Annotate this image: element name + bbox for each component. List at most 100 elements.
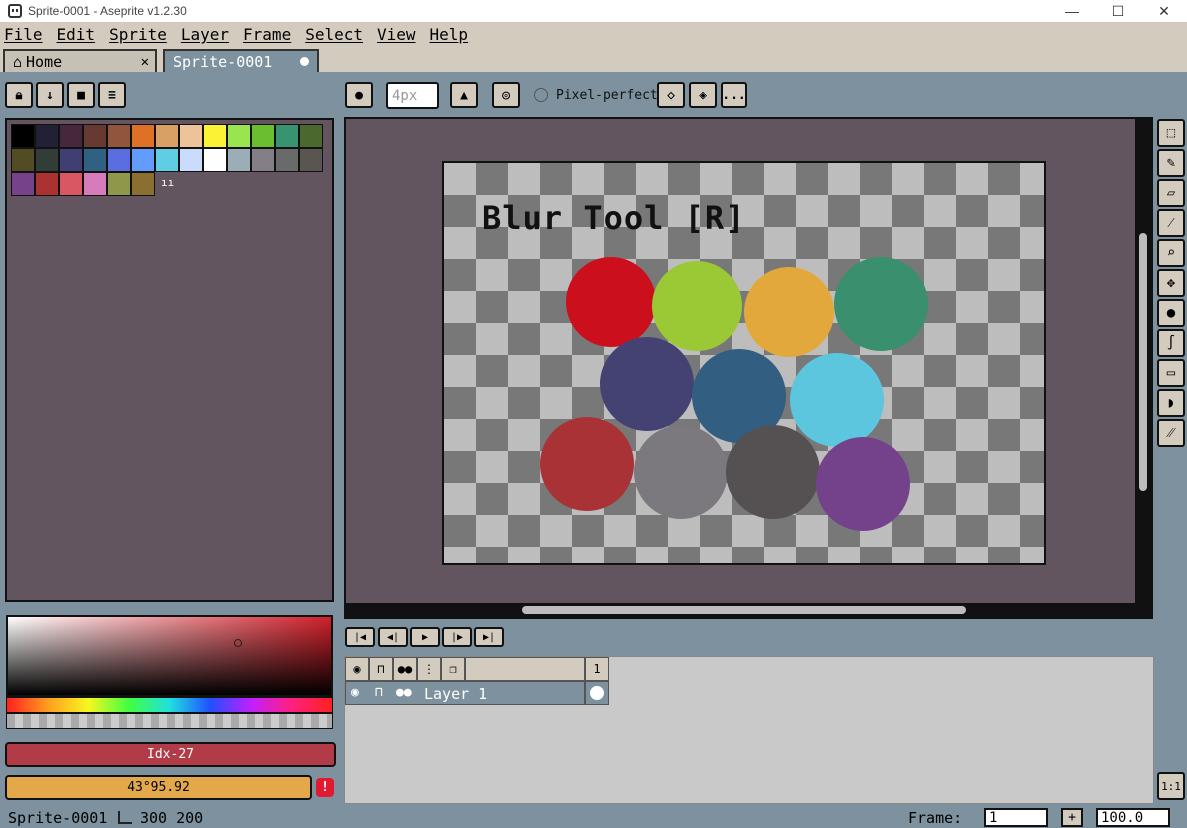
palette-swatch[interactable] [251,124,275,148]
ink-type-button[interactable]: ▲ [450,82,478,108]
palette-swatch[interactable] [227,124,251,148]
sample-all-layers-button[interactable]: ◎ [492,82,520,108]
palette-swatch[interactable] [83,124,107,148]
zoom-fit-button[interactable]: 1:1 [1157,772,1185,800]
palette-swatch[interactable] [275,148,299,172]
palette-swatch[interactable] [83,172,107,196]
rectangle-tool-button[interactable]: ▭ [1157,359,1185,387]
palette-swatch[interactable] [35,172,59,196]
palette-swatch[interactable] [59,148,83,172]
palette-swatch[interactable] [59,172,83,196]
palette-swatch[interactable] [299,148,323,172]
minimize-button[interactable]: — [1049,0,1095,22]
last-frame-button[interactable]: ▶| [474,627,504,647]
palette-presets-button[interactable]: ■ [67,82,95,108]
symmetry-horizontal-button[interactable]: ◈ [689,82,717,108]
continuous-header[interactable]: ●● [393,657,417,681]
curve-tool-button[interactable]: ∫ [1157,329,1185,357]
palette-swatch[interactable] [59,124,83,148]
menu-layer[interactable]: Layer [181,25,229,44]
play-button[interactable]: ▶ [410,627,440,647]
palette-swatch[interactable] [203,124,227,148]
palette-swatch[interactable] [227,148,251,172]
palette-swatch[interactable] [179,148,203,172]
foreground-color-button[interactable]: Idx-27 [5,742,336,767]
palette-options-button[interactable]: ≡ [98,82,126,108]
menu-file[interactable]: File [4,25,43,44]
next-frame-button[interactable]: |▶ [442,627,472,647]
zoom-input[interactable]: 100.0 [1096,808,1170,827]
palette-swatch[interactable] [131,148,155,172]
layer-eye-icon[interactable]: ◉ [351,685,359,700]
tab-sprite[interactable]: Sprite-0001 [163,49,319,72]
cel-frame-1[interactable] [585,681,609,705]
more-options-button[interactable]: ... [721,82,747,108]
layer-lock-icon[interactable]: ⊓ [375,685,383,700]
lock-palette-button[interactable]: 🔒︎ [5,82,33,108]
layer-row[interactable]: ◉ ⊓ ●● Layer 1 [345,681,585,705]
paint-bucket-tool-button[interactable]: ● [1157,299,1185,327]
frame-input[interactable]: 1 [984,808,1048,827]
menu-help[interactable]: Help [430,25,469,44]
palette-swatch[interactable] [11,148,35,172]
hue-slider[interactable] [6,697,333,713]
lock-header[interactable]: ⊓ [369,657,393,681]
contour-tool-button[interactable]: ◗ [1157,389,1185,417]
palette-swatch[interactable] [11,124,35,148]
tab-home[interactable]: ⌂ Home ✕ [3,49,157,72]
warning-icon[interactable]: ! [316,778,334,797]
palette-swatch[interactable] [11,172,35,196]
palette-swatch[interactable] [107,172,131,196]
onion-skin-icon: ❐ [449,662,457,676]
sprite-canvas[interactable]: Blur Tool [R] [442,161,1046,565]
frame-header[interactable]: 1 [585,657,609,681]
menu-frame[interactable]: Frame [243,25,291,44]
palette-swatch[interactable] [83,148,107,172]
background-color-button[interactable]: 43°95.92 [5,775,312,800]
eraser-tool-button[interactable]: ▱ [1157,179,1185,207]
marquee-tool-button[interactable]: ⬚ [1157,119,1185,147]
palette-swatch[interactable] [131,124,155,148]
maximize-button[interactable]: ☐ [1095,0,1141,22]
symmetry-vertical-button[interactable]: ◇ [657,82,685,108]
vertical-scrollbar[interactable] [1139,233,1147,491]
palette-swatch[interactable] [299,124,323,148]
palette-swatch[interactable] [35,124,59,148]
palette-swatch[interactable] [35,148,59,172]
menu-sprite[interactable]: Sprite [109,25,167,44]
menu-select[interactable]: Select [305,25,363,44]
palette-swatch[interactable] [275,124,299,148]
blur-tool-button[interactable]: ⁄⁄ [1157,419,1185,447]
sprite-editor[interactable]: Blur Tool [R] [344,117,1153,619]
palette-swatch[interactable] [131,172,155,196]
first-frame-button[interactable]: |◀ [345,627,375,647]
menu-view[interactable]: View [377,25,416,44]
color-spectrum[interactable] [6,615,333,697]
tab-close-icon[interactable]: ✕ [141,54,149,70]
close-window-button[interactable]: ✕ [1141,0,1187,22]
alpha-slider[interactable] [6,713,333,729]
brush-size-input[interactable]: 4px [386,82,439,109]
menu-edit[interactable]: Edit [57,25,96,44]
onion-skin-header[interactable]: ❐ [441,657,465,681]
new-frame-button[interactable]: + [1061,808,1083,827]
palette-swatch[interactable] [251,148,275,172]
palette-swatch[interactable] [179,124,203,148]
pixel-perfect-checkbox[interactable] [534,88,548,102]
palette-swatch[interactable] [107,124,131,148]
palette-swatch[interactable] [203,148,227,172]
zoom-tool-button[interactable]: ⌕ [1157,239,1185,267]
visibility-header[interactable]: ◉ [345,657,369,681]
eyedropper-tool-button[interactable]: ⁄ [1157,209,1185,237]
previous-frame-button[interactable]: ◀| [378,627,408,647]
palette-swatch[interactable] [155,148,179,172]
palette-swatch[interactable] [107,148,131,172]
move-tool-button[interactable]: ✥ [1157,269,1185,297]
sort-palette-button[interactable]: ↓ [36,82,64,108]
horizontal-scrollbar[interactable] [522,606,966,614]
pencil-tool-button[interactable]: ✎ [1157,149,1185,177]
layer-continuous-icon[interactable]: ●● [396,685,412,700]
brush-type-button[interactable]: ● [345,82,373,108]
palette-swatch[interactable] [155,124,179,148]
layer-group-header[interactable]: ⋮ [417,657,441,681]
